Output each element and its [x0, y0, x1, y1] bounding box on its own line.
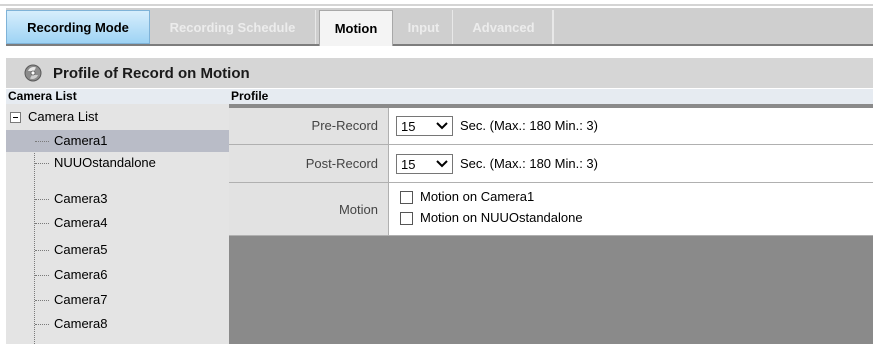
pre-record-label-cell: Pre-Record — [229, 108, 389, 144]
tree-branch-line — [35, 250, 49, 251]
tree-branch-line — [35, 199, 49, 200]
tree-item-label: Camera1 — [54, 133, 108, 148]
tree-item-label: Camera5 — [54, 242, 108, 257]
tree-branch-line — [35, 141, 49, 142]
tab-recording-schedule[interactable]: Recording Schedule — [150, 10, 316, 44]
tree-item-camera1[interactable]: Camera1 — [6, 130, 229, 152]
tree-item-label: NUUOstandalone — [54, 155, 156, 170]
chevron-down-icon — [436, 122, 448, 130]
camera-list-header-label: Camera List — [8, 89, 77, 103]
tab-motion[interactable]: Motion — [319, 10, 393, 46]
tree-item-camera8[interactable]: Camera8 — [6, 313, 229, 335]
camera-list-header: Camera List — [6, 89, 229, 104]
tab-bar: Recording Mode Recording Schedule Motion… — [0, 0, 873, 46]
tab-input[interactable]: Input — [395, 10, 453, 44]
profile-header: Profile — [229, 89, 873, 104]
tree-branch-line — [35, 300, 49, 301]
motion-camera1-checkbox[interactable] — [400, 191, 413, 204]
motion-camera1-label: Motion on Camera1 — [420, 189, 535, 204]
camera-tree: Camera List Camera1 NUUOstandalone Camer… — [6, 104, 229, 344]
tree-item-camera6[interactable]: Camera6 — [6, 264, 229, 286]
tree-item-label: Camera4 — [54, 215, 108, 230]
tree-branch-line — [35, 163, 49, 164]
post-record-range-note: Sec. (Max.: 180 Min.: 3) — [460, 156, 598, 171]
post-record-value: 15 — [401, 157, 416, 172]
tree-item-camera5[interactable]: Camera5 — [6, 239, 229, 261]
record-disc-icon — [24, 64, 42, 82]
tree-branch-line — [35, 223, 49, 224]
tree-branch-line — [35, 275, 49, 276]
motion-nuuostandalone-checkbox[interactable] — [400, 212, 413, 225]
post-record-label: Post-Record — [305, 156, 378, 171]
tree-item-nuuostandalone[interactable]: NUUOstandalone — [6, 152, 229, 174]
pre-record-value: 15 — [401, 119, 416, 134]
page-title: Profile of Record on Motion — [53, 65, 250, 82]
tree-item-label: Camera6 — [54, 267, 108, 282]
tab-recording-mode[interactable]: Recording Mode — [6, 10, 150, 44]
profile-header-label: Profile — [231, 89, 269, 103]
tree-root-camera-list[interactable]: Camera List — [6, 104, 229, 130]
tab-advanced[interactable]: Advanced — [455, 10, 553, 44]
tree-item-label: Camera3 — [54, 191, 108, 206]
post-record-row: Post-Record 15 Sec. (Max.: 180 Min.: 3) — [229, 145, 873, 183]
top-divider — [0, 4, 873, 6]
pre-record-range-note: Sec. (Max.: 180 Min.: 3) — [460, 118, 598, 133]
tree-item-camera3[interactable]: Camera3 — [6, 188, 229, 210]
tree-branch-line — [35, 324, 49, 325]
pre-record-select[interactable]: 15 — [396, 116, 453, 136]
tree-root-label: Camera List — [28, 109, 99, 124]
chevron-down-icon — [436, 160, 448, 168]
post-record-select[interactable]: 15 — [396, 154, 453, 174]
motion-label: Motion — [338, 202, 378, 217]
collapse-icon[interactable] — [10, 112, 21, 123]
post-record-label-cell: Post-Record — [229, 145, 389, 182]
tree-item-camera7[interactable]: Camera7 — [6, 289, 229, 311]
section-header: Profile of Record on Motion — [6, 58, 873, 88]
tab-bar-filler — [553, 10, 873, 44]
motion-label-cell: Motion — [229, 183, 389, 235]
pre-record-row: Pre-Record 15 Sec. (Max.: 180 Min.: 3) — [229, 108, 873, 145]
profile-panel: Pre-Record 15 Sec. (Max.: 180 Min.: 3) P… — [229, 104, 873, 344]
tree-item-camera4[interactable]: Camera4 — [6, 212, 229, 234]
tree-item-label: Camera8 — [54, 316, 108, 331]
tree-item-label: Camera7 — [54, 292, 108, 307]
motion-row: Motion Motion on Camera1 Motion on NUUOs… — [229, 183, 873, 236]
pre-record-label: Pre-Record — [311, 118, 378, 133]
motion-nuuostandalone-label: Motion on NUUOstandalone — [420, 210, 583, 225]
